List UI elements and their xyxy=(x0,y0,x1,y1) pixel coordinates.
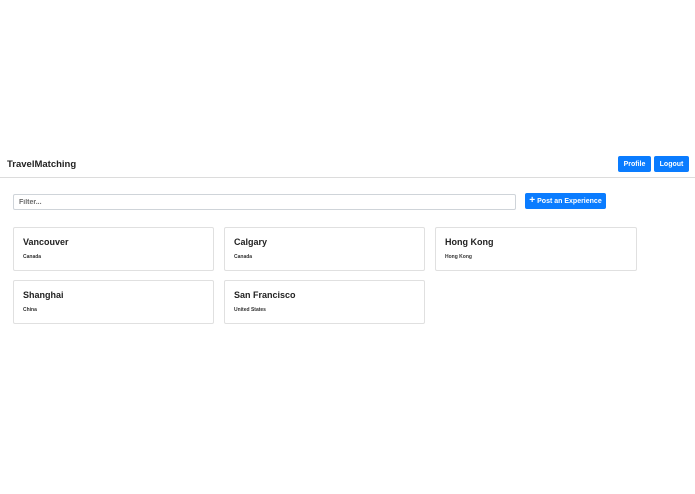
filter-input[interactable] xyxy=(13,194,516,210)
card-city: Hong Kong xyxy=(445,237,494,247)
card-city: San Francisco xyxy=(234,290,296,300)
post-experience-button[interactable]: + Post an Experience xyxy=(525,193,606,209)
profile-button[interactable]: Profile xyxy=(618,156,651,172)
logout-button[interactable]: Logout xyxy=(654,156,689,172)
city-card-vancouver[interactable]: Vancouver Canada xyxy=(13,227,214,271)
card-country: Canada xyxy=(23,254,42,260)
city-card-calgary[interactable]: Calgary Canada xyxy=(224,227,425,271)
plus-icon: + xyxy=(529,195,536,206)
card-country: Hong Kong xyxy=(445,254,472,260)
card-country: Canada xyxy=(234,254,253,260)
city-card-hong-kong[interactable]: Hong Kong Hong Kong xyxy=(435,227,637,271)
card-city: Vancouver xyxy=(23,237,69,247)
card-city: Shanghai xyxy=(23,290,64,300)
card-city: Calgary xyxy=(234,237,268,247)
city-card-shanghai[interactable]: Shanghai China xyxy=(13,280,214,324)
card-country: United States xyxy=(234,307,266,313)
brand-title[interactable]: TravelMatching xyxy=(7,159,76,170)
card-country: China xyxy=(23,307,37,313)
post-experience-label: Post an Experience xyxy=(537,197,602,205)
top-navbar: TravelMatching Profile Logout xyxy=(0,152,695,178)
city-card-san-francisco[interactable]: San Francisco United States xyxy=(224,280,425,324)
